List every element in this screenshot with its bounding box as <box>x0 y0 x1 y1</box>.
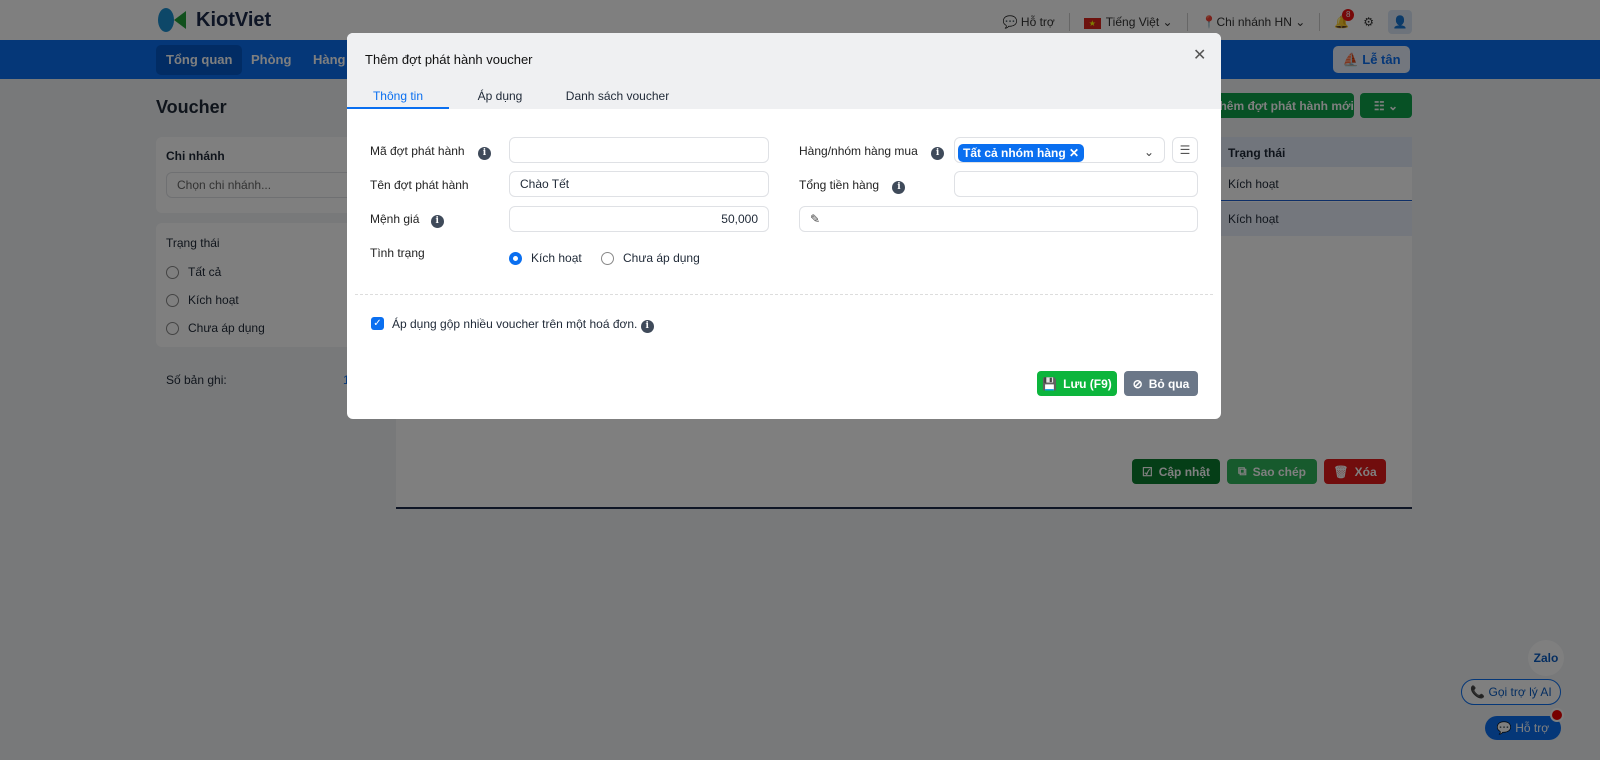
add-voucher-modal: Thêm đợt phát hành voucher ✕ Thông tin Á… <box>347 33 1221 419</box>
note-input[interactable]: ✎ <box>799 206 1198 232</box>
save-icon: 💾 <box>1042 376 1058 391</box>
option-label: Chưa áp dụng <box>623 251 700 265</box>
info-icon[interactable]: i <box>640 320 654 333</box>
radio-icon <box>601 252 614 266</box>
name-label: Tên đợt phát hành <box>370 178 469 192</box>
remove-tag-icon[interactable]: ✕ <box>1069 146 1079 160</box>
status-radio-pending[interactable]: Chưa áp dụng <box>601 251 700 266</box>
cancel-button[interactable]: ⊘ Bỏ qua <box>1124 371 1198 396</box>
code-input[interactable] <box>509 137 769 163</box>
cancel-label: Bỏ qua <box>1148 376 1190 391</box>
combine-label: Áp dụng gộp nhiều voucher trên một hoá đ… <box>392 317 654 333</box>
save-label: Lưu (F9) <box>1063 376 1112 391</box>
radio-checked-icon <box>509 252 522 266</box>
goods-list-button[interactable]: ☰ <box>1172 137 1198 163</box>
combine-checkbox[interactable]: ✓ <box>371 317 384 330</box>
total-input[interactable] <box>954 171 1198 197</box>
tab-info[interactable]: Thông tin <box>347 89 449 109</box>
code-label: Mã đợt phát hành i <box>370 144 491 160</box>
goods-label-text: Hàng/nhóm hàng mua <box>799 144 918 158</box>
info-icon[interactable]: i <box>892 181 906 194</box>
divider <box>355 294 1213 295</box>
value-label-text: Mệnh giá <box>370 212 420 226</box>
value-input[interactable]: 50,000 <box>509 206 769 232</box>
name-input[interactable]: Chào Tết <box>509 171 769 197</box>
info-icon[interactable]: i <box>477 147 491 160</box>
status-radio-active[interactable]: Kích hoạt <box>509 251 582 266</box>
pencil-icon: ✎ <box>810 212 821 226</box>
total-label-text: Tổng tiền hàng <box>799 178 880 192</box>
value-label: Mệnh giá i <box>370 212 444 228</box>
save-button[interactable]: 💾 Lưu (F9) <box>1037 371 1117 396</box>
info-icon[interactable]: i <box>931 147 945 160</box>
goods-tag-label: Tất cả nhóm hàng <box>963 146 1066 160</box>
total-label: Tổng tiền hàng i <box>799 178 906 194</box>
chevron-down-icon: ⌄ <box>1143 145 1154 159</box>
info-icon[interactable]: i <box>430 215 444 228</box>
goods-select[interactable]: Tất cả nhóm hàng ✕ ⌄ <box>954 137 1165 163</box>
tab-voucher-list[interactable]: Danh sách voucher <box>551 89 684 109</box>
code-label-text: Mã đợt phát hành <box>370 144 465 158</box>
goods-label: Hàng/nhóm hàng mua i <box>799 144 945 160</box>
tab-apply[interactable]: Áp dụng <box>449 89 551 109</box>
status-label: Tình trạng <box>370 246 425 260</box>
close-icon[interactable]: ✕ <box>1193 45 1206 65</box>
ban-icon: ⊘ <box>1132 376 1143 391</box>
combine-label-text: Áp dụng gộp nhiều voucher trên một hoá đ… <box>392 317 638 331</box>
goods-tag: Tất cả nhóm hàng ✕ <box>958 144 1085 162</box>
option-label: Kích hoạt <box>531 251 582 265</box>
modal-title: Thêm đợt phát hành voucher <box>365 52 533 67</box>
